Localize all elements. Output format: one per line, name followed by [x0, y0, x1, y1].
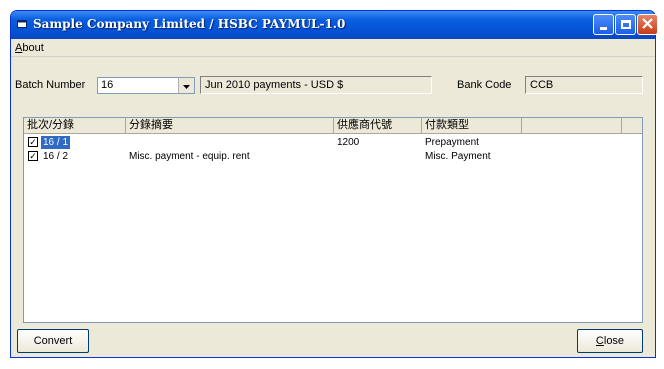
column-header-summary[interactable]: 分錄摘要: [126, 118, 334, 134]
row-checkbox[interactable]: ✓: [28, 137, 38, 147]
payment-type-cell: Misc. Payment: [425, 151, 491, 162]
summary-cell: Misc. payment - equip. rent: [129, 151, 250, 162]
row-checkbox[interactable]: ✓: [28, 151, 38, 161]
column-header-empty[interactable]: [522, 118, 622, 134]
batch-entries-list[interactable]: 批次/分錄 分錄摘要 供應商代號 付款類型 ✓ 16 / 1 1200 Prep…: [23, 117, 643, 323]
maximize-button[interactable]: [615, 14, 636, 35]
bank-code-label: Bank Code: [457, 79, 512, 91]
batch-description-field: Jun 2010 payments - USD $: [200, 76, 432, 94]
app-window-icon: [17, 19, 27, 29]
bank-code-value: CCB: [530, 79, 554, 91]
column-header-payment-type[interactable]: 付款類型: [422, 118, 522, 134]
dropdown-button[interactable]: [178, 78, 194, 93]
bank-code-field: CCB: [525, 76, 643, 94]
batch-number-label: Batch Number: [15, 79, 86, 91]
batch-number-value: 16: [101, 79, 114, 91]
table-row[interactable]: ✓ 16 / 2 Misc. payment - equip. rent Mis…: [24, 150, 642, 163]
convert-button[interactable]: Convert: [17, 329, 89, 353]
minimize-button[interactable]: [593, 14, 614, 35]
close-button[interactable]: Close: [577, 329, 643, 353]
title-bar[interactable]: Sample Company Limited / HSBC PAYMUL-1.0: [11, 11, 658, 39]
list-header: 批次/分錄 分錄摘要 供應商代號 付款類型: [24, 118, 642, 134]
minimize-icon: [600, 26, 607, 30]
app-window: Sample Company Limited / HSBC PAYMUL-1.0…: [10, 10, 658, 358]
batch-number-select[interactable]: 16: [97, 77, 195, 94]
close-icon: [642, 17, 653, 32]
column-header-supplier[interactable]: 供應商代號: [334, 118, 422, 134]
table-row[interactable]: ✓ 16 / 1 1200 Prepayment: [24, 136, 642, 149]
batch-entry-cell: 16 / 2: [43, 151, 69, 162]
menu-about[interactable]: About: [15, 42, 44, 54]
batch-description: Jun 2010 payments - USD $: [205, 79, 344, 91]
batch-entry-cell: 16 / 1: [41, 136, 71, 149]
supplier-cell: 1200: [337, 137, 360, 148]
column-header-batch[interactable]: 批次/分錄: [24, 118, 126, 134]
close-window-button[interactable]: [637, 14, 658, 35]
menu-bar: About: [11, 41, 655, 57]
chevron-down-icon: [183, 80, 190, 92]
window-title: Sample Company Limited / HSBC PAYMUL-1.0: [33, 17, 346, 31]
payment-type-cell: Prepayment: [425, 137, 479, 148]
maximize-icon: [620, 20, 631, 29]
